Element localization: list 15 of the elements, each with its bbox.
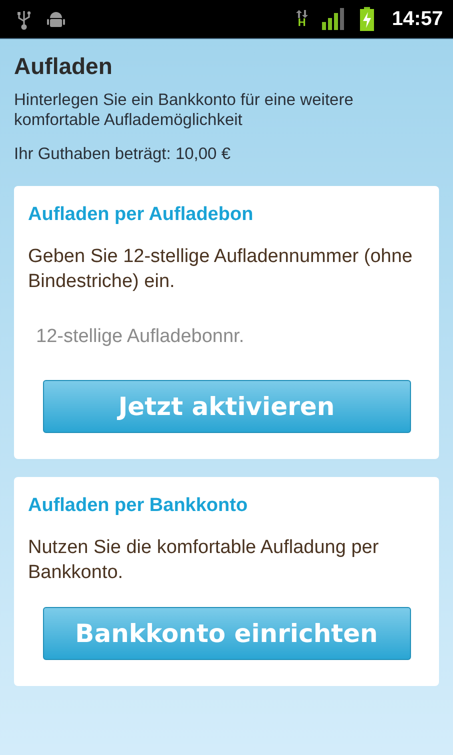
description-text: Hinterlegen Sie ein Bankkonto für eine weitere komfortable Auflademöglichkeit (14, 90, 354, 130)
page-title: Aufladen (14, 53, 114, 80)
card-title: Aufladen per Bankkonto (28, 495, 249, 517)
action-button[interactable]: Jetzt aktivieren (42, 380, 410, 433)
battery-charging-icon (360, 7, 374, 31)
signal-icon (322, 8, 346, 30)
card-title: Aufladen per Aufladebon (28, 204, 254, 226)
android-icon (46, 9, 66, 29)
balance-text: Ihr Guthaben beträgt: 10,00 € (14, 144, 232, 164)
card-text: Nutzen Sie die komfortable Aufladung per Bankkonto. (28, 536, 380, 585)
clock: 14:57 (392, 8, 443, 30)
input-field[interactable]: 12-stellige Aufladebonnr. (28, 316, 425, 358)
card-text: Geben Sie 12-stellige Aufladennummer (ohne Bindestriche) ein. (28, 245, 414, 294)
usb-icon (16, 8, 32, 30)
action-button[interactable]: Bankkonto einrichten (42, 607, 410, 660)
